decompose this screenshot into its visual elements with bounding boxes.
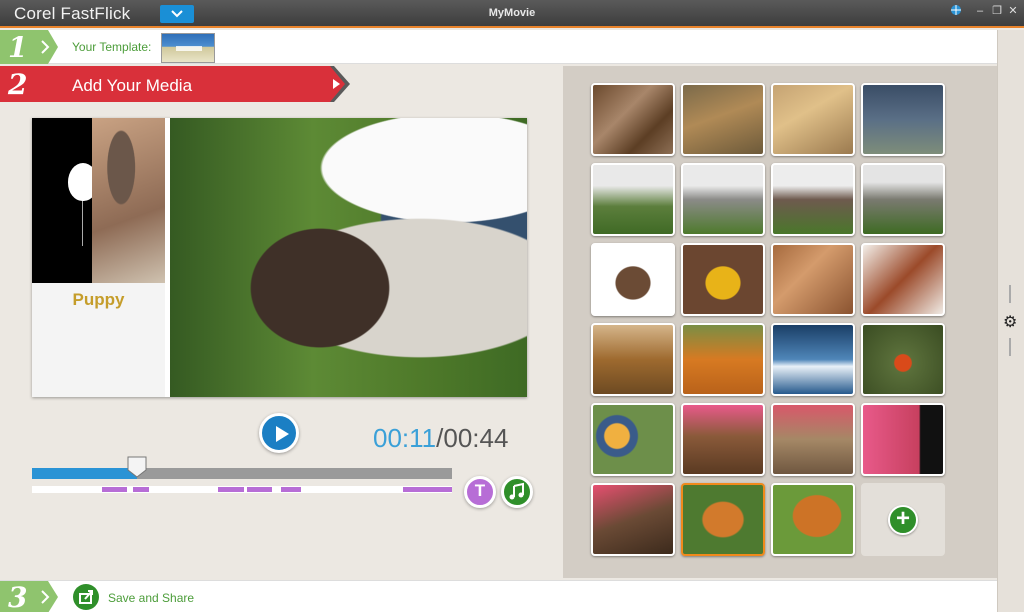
media-thumb-blossoms-window[interactable] [771, 403, 855, 476]
media-thumb-stained-glass-flowers[interactable] [591, 403, 675, 476]
media-thumb-blossoms-building[interactable] [591, 483, 675, 556]
media-thumb-puppy-held-4[interactable] [861, 163, 945, 236]
media-thumb-red-leaf-moss[interactable] [861, 323, 945, 396]
panel-grip[interactable] [1009, 285, 1011, 303]
media-thumb-dry-leaves-1[interactable] [771, 243, 855, 316]
media-library: + [563, 66, 997, 578]
timeline-segment[interactable] [247, 487, 272, 492]
media-thumb-puppy-sitting[interactable] [861, 83, 945, 156]
seek-handle[interactable] [127, 456, 147, 478]
play-button[interactable] [259, 413, 299, 453]
step2-header[interactable]: 2 Add Your Media [0, 66, 350, 102]
current-time: 00:11 [373, 423, 437, 453]
media-thumb-ocean-wave[interactable] [771, 323, 855, 396]
panel-grip[interactable] [1009, 338, 1011, 356]
timeline-segment[interactable] [102, 487, 127, 492]
seek-bar[interactable] [32, 468, 452, 479]
media-thumb-dry-leaves-2[interactable] [861, 243, 945, 316]
minimize-icon[interactable]: – [973, 4, 987, 18]
step2-label: Add Your Media [72, 76, 193, 95]
timeline-segment[interactable] [281, 487, 301, 492]
preview-main-image [170, 118, 527, 397]
media-thumb-logs-in-forest[interactable] [591, 83, 675, 156]
media-thumb-pink-blossoms-dark[interactable] [861, 403, 945, 476]
gear-icon[interactable]: ⚙ [1003, 312, 1017, 332]
media-thumb-shiba-dog-1[interactable] [681, 483, 765, 556]
timeline-segment[interactable] [403, 487, 452, 492]
total-time: 00:44 [443, 423, 509, 453]
timeline-segment[interactable] [133, 487, 149, 492]
step3-number: 3 [8, 581, 28, 612]
media-thumb-puppy-held-2[interactable] [681, 163, 765, 236]
media-thumb-autumn-tree[interactable] [591, 323, 675, 396]
timeline-segment[interactable] [218, 487, 244, 492]
restore-icon[interactable]: ❐ [990, 4, 1004, 18]
time-display: 00:11/00:44 [373, 423, 508, 454]
media-thumb-yellow-toy[interactable] [681, 243, 765, 316]
movie-title: MyMovie [488, 7, 536, 19]
title-t-icon: T [474, 481, 486, 500]
step2-number: 2 [8, 68, 28, 101]
music-note-icon [509, 482, 524, 500]
media-thumb-pink-blossoms-eaves[interactable] [681, 403, 765, 476]
title-bar: Corel FastFlick MyMovie – ❐ ✕ [0, 0, 1024, 28]
media-thumb-puppy-portrait-white[interactable] [591, 243, 675, 316]
play-icon [276, 426, 289, 442]
media-thumb-puppy-held-1[interactable] [591, 163, 675, 236]
media-thumb-autumn-woods-dog[interactable] [771, 83, 855, 156]
step3-row: 3 Save and Share [0, 580, 997, 612]
share-icon[interactable] [73, 584, 99, 610]
add-music-button[interactable] [501, 476, 533, 508]
step3-badge[interactable]: 3 [0, 581, 58, 612]
close-icon[interactable]: ✕ [1006, 4, 1020, 18]
video-preview[interactable]: Puppy [32, 118, 527, 397]
seek-bar-progress [32, 468, 137, 479]
media-thumb-shiba-dog-2[interactable] [771, 483, 855, 556]
add-title-button[interactable]: T [464, 476, 496, 508]
globe-icon[interactable] [949, 4, 963, 18]
media-thumb-autumn-forest-path[interactable] [681, 83, 765, 156]
add-media-icon: + [888, 505, 918, 535]
media-thumb-puppy-held-3[interactable] [771, 163, 855, 236]
step1-number: 1 [8, 31, 28, 64]
step1-row: 1 Your Template: [0, 30, 997, 64]
preview-dog-thumbnail [92, 118, 165, 283]
media-thumb-orange-shrubs[interactable] [681, 323, 765, 396]
save-and-share-label[interactable]: Save and Share [108, 591, 194, 605]
template-label: Your Template: [72, 40, 152, 54]
template-thumbnail[interactable] [161, 33, 215, 63]
preview-caption: Puppy [72, 290, 125, 309]
balloon-string [82, 201, 83, 246]
add-media-button[interactable]: + [861, 483, 945, 556]
step1-badge[interactable]: 1 [0, 30, 58, 64]
timeline-track[interactable] [32, 486, 452, 493]
